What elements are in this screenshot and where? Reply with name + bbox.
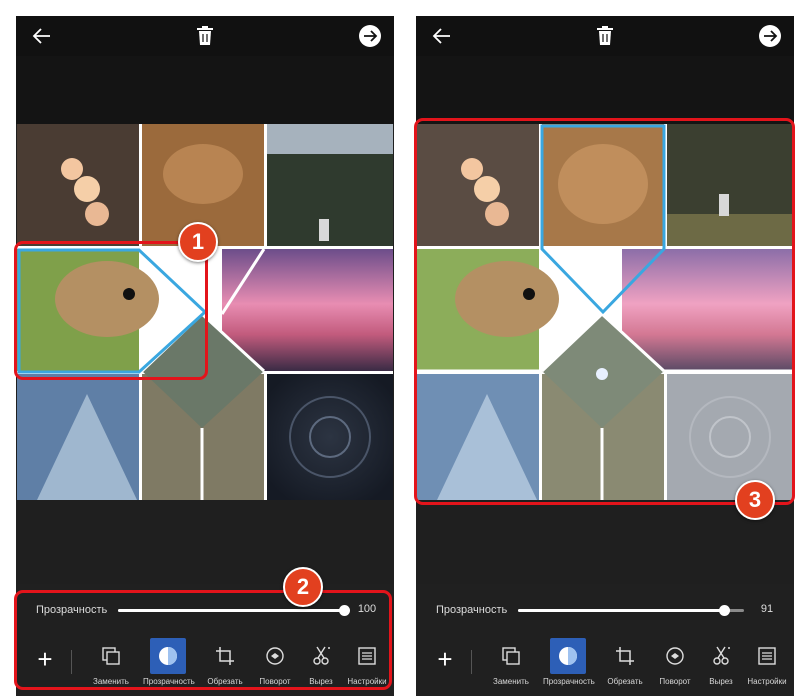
step-badge-3: 3 (735, 480, 775, 520)
toolbar-divider (471, 650, 472, 674)
transparency-value: 91 (760, 603, 774, 615)
settings-icon (758, 647, 776, 665)
slider-thumb[interactable] (718, 605, 730, 616)
arrow-left-icon[interactable] (430, 24, 454, 48)
cutout-icon (713, 646, 730, 665)
tool-label: Настройки (747, 677, 787, 686)
canvas-margin (416, 56, 794, 124)
tool-label: Заменить (493, 677, 529, 686)
tool-replace[interactable]: Заменить (486, 638, 536, 696)
tool-label: Вырез (709, 677, 733, 686)
photo-star-trails[interactable] (267, 374, 393, 500)
arrow-left-icon[interactable] (30, 24, 54, 48)
tool-label: Обрезать (607, 677, 643, 686)
arrow-right-circle-icon[interactable] (758, 24, 782, 48)
tool-bar: + Заменить Прозрачность Обрезать Поворот… (416, 638, 794, 696)
arrow-right-circle-icon[interactable] (358, 24, 382, 48)
highlight-selected-cell (14, 241, 208, 380)
bottom-panel: Прозрачность 91 + Заменить Прозрачность … (416, 584, 794, 696)
canvas-margin (16, 56, 394, 124)
top-bar (416, 16, 794, 56)
transparency-icon (559, 647, 577, 665)
tool-rotate[interactable]: Поворот (650, 638, 700, 696)
tool-transparency[interactable]: Прозрачность (543, 638, 595, 696)
step-badge-2: 2 (283, 567, 323, 607)
tool-settings[interactable]: Настройки (742, 638, 792, 696)
photo-sunset[interactable] (222, 249, 393, 371)
tool-cutout[interactable]: Вырез (696, 638, 746, 696)
add-photo-button[interactable]: + (430, 644, 460, 674)
tool-crop[interactable]: Обрезать (600, 638, 650, 696)
transparency-slider[interactable] (518, 605, 744, 616)
transparency-label: Прозрачность (436, 604, 508, 616)
trash-icon[interactable] (193, 24, 217, 48)
highlight-transparency-panel (14, 590, 392, 690)
rotate-icon (666, 647, 684, 665)
tool-label: Прозрачность (543, 677, 595, 686)
highlight-result-collage (414, 118, 795, 505)
tool-label: Поворот (659, 677, 691, 686)
crop-icon (616, 647, 634, 665)
trash-icon[interactable] (593, 24, 617, 48)
top-bar (16, 16, 394, 56)
replace-icon (502, 647, 520, 665)
step-badge-1: 1 (178, 222, 218, 262)
